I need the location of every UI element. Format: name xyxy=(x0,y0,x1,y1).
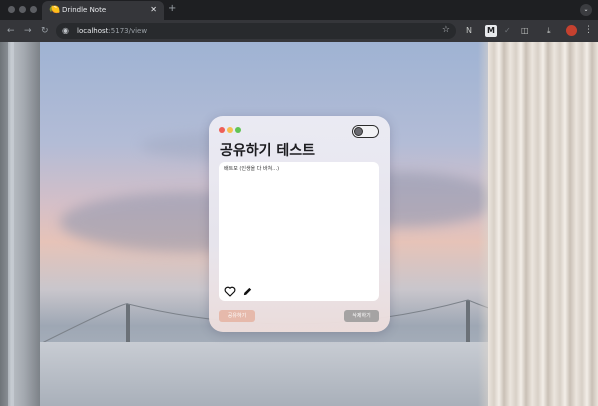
url-path: :5173/view xyxy=(108,27,148,35)
browser-tab[interactable]: 🍋 Drindle Note ✕ xyxy=(42,1,164,20)
window-close-control[interactable] xyxy=(8,6,15,13)
back-icon[interactable]: ← xyxy=(7,25,15,37)
note-title: 공유하기 테스트 xyxy=(220,143,316,159)
favicon-icon: 🍋 xyxy=(49,5,61,15)
red-dot-icon[interactable] xyxy=(219,127,225,133)
green-dot-icon[interactable] xyxy=(235,127,241,133)
heart-icon[interactable] xyxy=(224,286,236,297)
note-body-text: 배트모 (인생을 다 바쳐…) xyxy=(224,166,280,172)
tab-title: Drindle Note xyxy=(62,6,107,14)
download-icon[interactable]: ⤓ xyxy=(547,25,551,37)
close-tab-icon[interactable]: ✕ xyxy=(150,5,157,15)
extensions-puzzle-icon[interactable]: ◫ xyxy=(521,25,529,37)
url-text: localhost:5173/view xyxy=(77,25,147,37)
note-card: 공유하기 테스트 배트모 (인생을 다 바쳐…) 공유하기 삭제하기 xyxy=(209,116,390,332)
extension-n-icon[interactable]: N xyxy=(466,25,472,37)
forward-icon[interactable]: → xyxy=(24,25,32,37)
theme-toggle[interactable] xyxy=(352,125,379,138)
curtain xyxy=(488,42,598,406)
browser-toolbar: ← → ↻ ◉ localhost:5173/view ☆ N M ✓ ◫ ⤓ … xyxy=(0,20,598,42)
toggle-knob-icon xyxy=(354,127,363,136)
extension-check-icon[interactable]: ✓ xyxy=(504,25,511,37)
window-frame-left xyxy=(0,42,40,406)
extension-m-icon[interactable]: M xyxy=(485,25,497,37)
site-info-icon[interactable]: ◉ xyxy=(62,25,69,37)
bookmark-star-icon[interactable]: ☆ xyxy=(442,24,450,37)
new-tab-button[interactable]: + xyxy=(168,3,176,15)
page-viewport: 공유하기 테스트 배트모 (인생을 다 바쳐…) 공유하기 삭제하기 xyxy=(0,42,598,406)
share-button[interactable]: 공유하기 xyxy=(219,310,255,322)
delete-button[interactable]: 삭제하기 xyxy=(344,310,379,322)
reload-icon[interactable]: ↻ xyxy=(41,25,49,37)
url-host: localhost xyxy=(77,27,109,35)
yellow-dot-icon[interactable] xyxy=(227,127,233,133)
pencil-icon[interactable] xyxy=(242,286,253,297)
frame-highlight xyxy=(8,42,14,406)
note-content-area[interactable]: 배트모 (인생을 다 바쳐…) xyxy=(219,162,379,301)
more-menu-icon[interactable]: ⋮ xyxy=(584,24,593,36)
profile-avatar[interactable] xyxy=(566,25,577,36)
window-minimize-control[interactable] xyxy=(19,6,26,13)
address-bar[interactable]: ◉ localhost:5173/view ☆ xyxy=(56,23,456,39)
browser-tab-bar: 🍋 Drindle Note ✕ + ⌄ xyxy=(0,0,598,20)
tab-search-icon[interactable]: ⌄ xyxy=(580,4,592,16)
window-zoom-control[interactable] xyxy=(30,6,37,13)
